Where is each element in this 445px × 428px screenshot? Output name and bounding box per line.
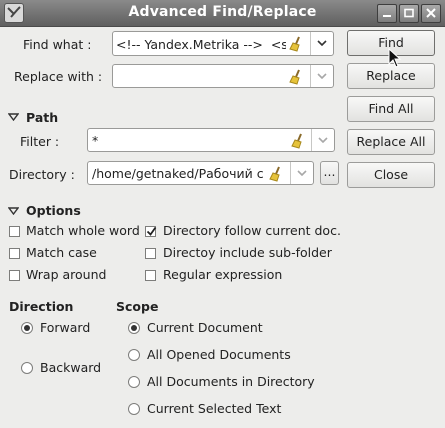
replace-all-button[interactable]: Replace All xyxy=(347,129,435,155)
find-what-input[interactable]: <!-- Yandex.Metrika --> <s xyxy=(116,37,286,52)
all-in-directory-label[interactable]: All Documents in Directory xyxy=(147,374,315,389)
filter-dropdown[interactable] xyxy=(311,129,334,151)
all-opened-radio[interactable] xyxy=(128,349,140,361)
close-icon[interactable] xyxy=(421,4,441,23)
forward-label[interactable]: Forward xyxy=(40,320,90,335)
options-collapse-icon[interactable] xyxy=(8,207,19,215)
replace-with-label: Replace with : xyxy=(14,69,103,84)
clear-find-icon[interactable] xyxy=(287,35,305,53)
regular-expression-label[interactable]: Regular expression xyxy=(163,267,282,282)
directory-combobox[interactable]: /home/getnaked/Рабочий с xyxy=(87,161,314,185)
checkmark-icon xyxy=(146,226,157,236)
directory-subfolder-label[interactable]: Directoy include sub-folder xyxy=(163,245,332,260)
clear-directory-icon[interactable] xyxy=(267,165,285,183)
close-button[interactable]: Close xyxy=(347,162,435,188)
filter-input[interactable]: * xyxy=(92,133,282,148)
directory-dropdown[interactable] xyxy=(290,162,313,184)
find-replace-window: Advanced Find/Replace Find what : <!-- Y… xyxy=(0,0,445,428)
filter-combobox[interactable]: * xyxy=(87,128,335,152)
find-what-combobox[interactable]: <!-- Yandex.Metrika --> <s xyxy=(112,31,334,56)
path-collapse-icon[interactable] xyxy=(8,113,19,121)
maximize-icon[interactable] xyxy=(399,4,419,23)
minimize-icon[interactable] xyxy=(377,4,397,23)
clear-replace-icon[interactable] xyxy=(287,68,305,86)
all-in-directory-radio[interactable] xyxy=(128,376,140,388)
browse-directory-button[interactable]: ... xyxy=(320,161,339,185)
find-what-dropdown[interactable] xyxy=(310,32,333,55)
path-heading: Path xyxy=(26,110,59,125)
match-case-label[interactable]: Match case xyxy=(26,245,97,260)
mouse-pointer-icon xyxy=(388,48,402,68)
chevron-down-icon xyxy=(297,170,307,176)
wrap-around-label[interactable]: Wrap around xyxy=(26,267,106,282)
clear-filter-icon[interactable] xyxy=(289,132,307,150)
chevron-down-icon xyxy=(317,73,327,79)
directory-subfolder-checkbox[interactable] xyxy=(145,248,156,259)
title-bar[interactable]: Advanced Find/Replace xyxy=(0,0,445,27)
current-document-label[interactable]: Current Document xyxy=(147,320,263,335)
forward-radio[interactable] xyxy=(21,322,33,334)
options-heading: Options xyxy=(26,203,81,218)
find-what-label: Find what : xyxy=(23,37,92,52)
current-selected-label[interactable]: Current Selected Text xyxy=(147,401,281,416)
all-opened-label[interactable]: All Opened Documents xyxy=(147,347,291,362)
scope-heading: Scope xyxy=(116,299,159,314)
match-whole-word-label[interactable]: Match whole word xyxy=(26,223,140,238)
directory-follow-checkbox[interactable] xyxy=(145,226,157,237)
directory-label: Directory : xyxy=(9,167,75,182)
current-document-radio[interactable] xyxy=(128,322,140,334)
match-case-checkbox[interactable] xyxy=(9,248,20,259)
chevron-down-icon xyxy=(318,137,328,143)
find-all-button[interactable]: Find All xyxy=(347,96,435,122)
backward-radio[interactable] xyxy=(21,362,33,374)
match-whole-word-checkbox[interactable] xyxy=(9,226,20,237)
chevron-down-icon xyxy=(317,40,327,46)
replace-with-dropdown[interactable] xyxy=(310,65,333,87)
current-selected-radio[interactable] xyxy=(128,403,140,415)
replace-with-combobox[interactable] xyxy=(112,64,334,88)
direction-heading: Direction xyxy=(9,299,74,314)
wrap-around-checkbox[interactable] xyxy=(9,270,20,281)
filter-label: Filter : xyxy=(20,134,60,149)
directory-follow-label[interactable]: Directory follow current doc. xyxy=(163,223,341,238)
backward-label[interactable]: Backward xyxy=(40,360,101,375)
directory-input[interactable]: /home/getnaked/Рабочий с xyxy=(92,166,264,181)
regular-expression-checkbox[interactable] xyxy=(145,270,156,281)
